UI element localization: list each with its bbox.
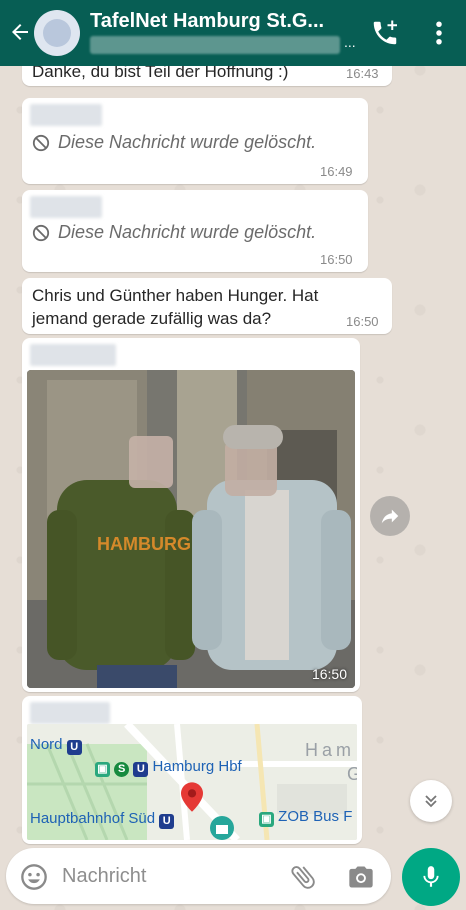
- add-call-icon[interactable]: [370, 18, 400, 48]
- deleted-message-bubble[interactable]: Diese Nachricht wurde gelöscht. 16:49: [22, 98, 368, 184]
- photo-scene: HAMBURG: [27, 370, 355, 688]
- forward-icon: [381, 509, 399, 524]
- map-label-g: G: [347, 764, 357, 784]
- chat-title[interactable]: TafelNet Hamburg St.G...: [90, 10, 358, 33]
- message-time: 16:50: [320, 252, 353, 267]
- mic-icon: [423, 866, 439, 887]
- message-bubble[interactable]: Chris und Günther haben Hunger. Hat jema…: [22, 278, 392, 334]
- chat-header: TafelNet Hamburg St.G... ...: [0, 0, 466, 66]
- chevron-double-down-icon: [425, 795, 437, 808]
- sender-name-redacted: [30, 702, 110, 724]
- deleted-text: Diese Nachricht wurde gelöscht.: [58, 222, 317, 242]
- group-avatar[interactable]: [34, 10, 80, 56]
- sender-name-redacted: [30, 104, 102, 126]
- photo-time: 16:50: [311, 666, 347, 682]
- emoji-icon[interactable]: [20, 863, 48, 891]
- camera-icon[interactable]: [346, 863, 376, 891]
- forward-button[interactable]: [370, 496, 410, 536]
- museum-icon: [210, 816, 234, 840]
- message-text: Chris und Günther haben Hunger. Hat jema…: [32, 286, 319, 328]
- message-input-bar[interactable]: Nachricht: [6, 848, 391, 904]
- subtitle-ellipsis: ...: [344, 34, 356, 50]
- attach-icon[interactable]: [288, 862, 318, 892]
- map-label-zob: ▣ ZOB Bus F: [259, 808, 352, 827]
- map-pin-icon: [181, 782, 203, 812]
- message-input[interactable]: Nachricht: [62, 865, 146, 888]
- voice-message-button[interactable]: [402, 848, 460, 906]
- map-label-sued: Hauptbahnhof Süd U: [30, 810, 175, 829]
- location-message-bubble[interactable]: Nord U ▣ S U Hamburg Hbf Ham G Hauptbahn…: [22, 696, 362, 844]
- chat-subtitle[interactable]: ...: [90, 34, 356, 54]
- map-label-ham: Ham: [305, 740, 356, 760]
- deleted-message-bubble[interactable]: Diese Nachricht wurde gelöscht. 16:50: [22, 190, 368, 272]
- scroll-to-bottom-button[interactable]: [410, 780, 452, 822]
- map-label-hbf: ▣ S U Hamburg Hbf: [95, 758, 242, 777]
- deleted-text: Diese Nachricht wurde gelöscht.: [58, 132, 317, 152]
- sweater-text: HAMBURG: [97, 534, 191, 554]
- sender-name-redacted: [30, 344, 116, 366]
- message-time: 16:43: [346, 66, 379, 81]
- more-vertical-icon[interactable]: [430, 18, 448, 48]
- blocked-icon: [32, 134, 50, 151]
- location-map[interactable]: Nord U ▣ S U Hamburg Hbf Ham G Hauptbahn…: [27, 724, 357, 840]
- blocked-icon: [32, 224, 50, 241]
- deleted-notice: Diese Nachricht wurde gelöscht.: [32, 222, 316, 243]
- message-time: 16:50: [346, 314, 379, 329]
- message-time: 16:49: [320, 164, 353, 179]
- deleted-notice: Diese Nachricht wurde gelöscht.: [32, 132, 316, 153]
- sender-name-redacted: [30, 196, 102, 218]
- message-photo[interactable]: HAMBURG 16:50: [27, 370, 355, 688]
- back-arrow-icon[interactable]: [8, 20, 32, 44]
- map-label-nord: Nord U: [30, 736, 82, 755]
- photo-message-bubble[interactable]: HAMBURG 16:50: [22, 338, 360, 692]
